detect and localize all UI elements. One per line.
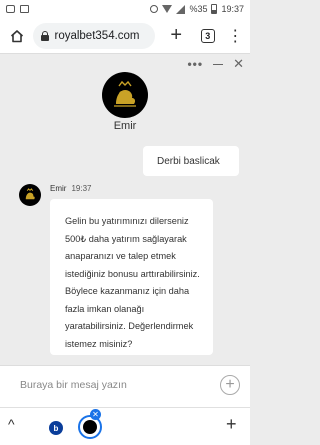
chat-header: ••• ✕ Emir <box>0 54 250 136</box>
bot-sender-name: Emir <box>50 184 67 193</box>
status-right: %35 19:37 <box>150 4 244 14</box>
bot-avatar <box>19 184 41 206</box>
user-message-text: Derbi baslicak <box>157 155 220 167</box>
bot-message-meta: Emir 19:37 <box>50 184 91 193</box>
chat-controls: ••• ✕ <box>187 56 244 72</box>
browser-menu-button[interactable]: ⋮ <box>224 23 246 49</box>
clock: 19:37 <box>221 4 244 14</box>
message-composer: Buraya bir mesaj yazın + <box>0 365 250 407</box>
bot-message-text: Gelin bu yatırımınızı dilerseniz 500₺ da… <box>65 216 200 349</box>
browser-toolbar: royalbet354.com + 3 ⋮ <box>0 18 250 54</box>
new-tab-button[interactable]: + <box>163 23 188 49</box>
address-bar[interactable]: royalbet354.com <box>33 22 156 49</box>
home-icon <box>10 29 23 42</box>
user-message-bubble: Derbi baslicak <box>143 146 239 176</box>
lion-logo-icon <box>83 420 97 434</box>
battery-percent: %35 <box>189 4 208 14</box>
bot-message-bubble: Gelin bu yatırımınızı dilerseniz 500₺ da… <box>50 199 213 355</box>
more-options-button[interactable]: ••• <box>187 57 203 71</box>
tab-b-favicon[interactable]: b <box>49 421 63 435</box>
mute-icon <box>150 5 159 13</box>
bot-message-time: 19:37 <box>71 184 92 193</box>
status-left-icons <box>6 5 29 13</box>
close-tab-icon[interactable]: ✕ <box>90 409 101 420</box>
wifi-icon <box>162 5 173 13</box>
minimize-button[interactable] <box>213 63 224 65</box>
attach-button[interactable]: + <box>220 375 240 395</box>
chat-icon <box>6 5 15 13</box>
chevron-up-icon[interactable]: ^ <box>8 416 15 432</box>
agent-avatar <box>102 72 148 118</box>
status-bar: %35 19:37 <box>0 0 250 18</box>
url-text: royalbet354.com <box>54 29 140 42</box>
signal-icon <box>176 4 186 14</box>
add-tab-button[interactable]: + <box>226 414 237 435</box>
close-chat-button[interactable]: ✕ <box>233 56 244 72</box>
home-button[interactable] <box>4 23 29 49</box>
chat-messages: Derbi baslicak Emir 19:37 Gelin bu yatır… <box>0 136 250 365</box>
lion-logo-icon <box>114 80 136 107</box>
bottom-tab-bar: ^ b ✕ + <box>0 407 250 445</box>
agent-name: Emir <box>113 120 137 132</box>
message-input[interactable]: Buraya bir mesaj yazın <box>20 379 127 391</box>
battery-icon <box>211 4 218 14</box>
image-icon <box>20 5 29 13</box>
tab-switcher-button[interactable]: 3 <box>195 23 220 49</box>
lock-icon <box>41 30 50 41</box>
tab-count: 3 <box>200 28 215 43</box>
lion-logo-icon <box>25 188 35 200</box>
